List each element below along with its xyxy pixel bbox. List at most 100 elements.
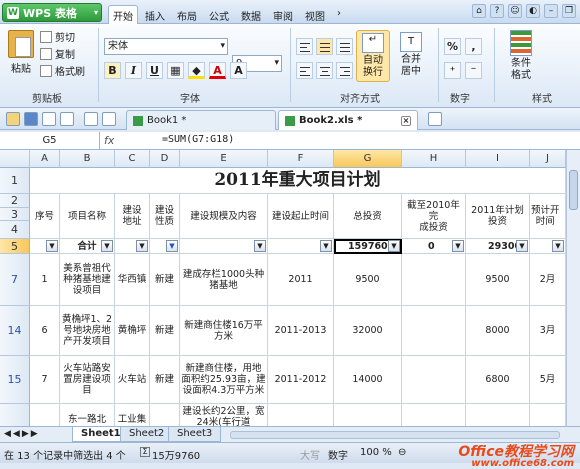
- row-header-partial[interactable]: [0, 404, 30, 426]
- table-cell[interactable]: 黄桷坪: [115, 306, 150, 356]
- print-icon[interactable]: [42, 112, 56, 126]
- scroll-thumb[interactable]: [569, 170, 578, 210]
- filter-dropdown-icon[interactable]: ▼: [388, 240, 400, 252]
- zoom-out-icon[interactable]: ⊖: [398, 447, 406, 458]
- new-tab-button[interactable]: [428, 112, 442, 126]
- col-header-J[interactable]: J: [530, 150, 566, 168]
- col-header-G[interactable]: G: [334, 150, 402, 168]
- filter-dropdown-icon[interactable]: ▼: [516, 240, 528, 252]
- table-cell[interactable]: 14000: [334, 356, 402, 404]
- row-header-5[interactable]: 5: [0, 239, 30, 254]
- fill-color-button[interactable]: ◆: [188, 62, 205, 79]
- copy-button[interactable]: 复制: [40, 45, 85, 62]
- undo-icon[interactable]: [84, 112, 98, 126]
- col-header-B[interactable]: B: [60, 150, 115, 168]
- filter-dropdown-icon[interactable]: ▼: [136, 240, 148, 252]
- underline-button[interactable]: U: [146, 62, 163, 79]
- col-header-A[interactable]: A: [30, 150, 60, 168]
- doc-tab-book1[interactable]: Book1 *: [126, 110, 276, 130]
- merge-center-button[interactable]: T 合并居中: [394, 30, 428, 80]
- row-header-2[interactable]: 2: [0, 194, 30, 208]
- filter-dropdown-icon[interactable]: ▼: [254, 240, 266, 252]
- name-box[interactable]: G5: [0, 132, 100, 150]
- format-painter-button[interactable]: 格式刷: [40, 62, 85, 79]
- close-icon[interactable]: ×: [401, 115, 411, 126]
- col-header-E[interactable]: E: [180, 150, 268, 168]
- table-cell[interactable]: 1: [30, 254, 60, 306]
- tab-insert[interactable]: 插入: [140, 5, 170, 26]
- header-cell[interactable]: 建设 性质: [150, 194, 180, 239]
- table-cell[interactable]: [150, 404, 180, 426]
- table-cell[interactable]: 9500: [466, 254, 530, 306]
- sheet-title[interactable]: 2011年重大项目计划: [30, 168, 566, 194]
- table-cell[interactable]: 8000: [466, 306, 530, 356]
- table-cell[interactable]: 新建: [150, 306, 180, 356]
- tab-home[interactable]: 开始: [108, 5, 138, 26]
- table-cell[interactable]: [530, 404, 566, 426]
- header-cell[interactable]: 2011年计划 投资: [466, 194, 530, 239]
- table-cell[interactable]: 2011-2013: [268, 306, 334, 356]
- align-right-button[interactable]: [336, 38, 353, 55]
- col-header-D[interactable]: D: [150, 150, 180, 168]
- row-header-14[interactable]: 14: [0, 306, 30, 356]
- save-icon[interactable]: [24, 112, 38, 126]
- col-header-I[interactable]: I: [466, 150, 530, 168]
- skin-icon[interactable]: ◐: [526, 4, 540, 18]
- zoom-level[interactable]: 100 %: [360, 447, 392, 458]
- sheet-nav-arrows-icon[interactable]: ◀◀▶▶: [4, 429, 40, 439]
- table-cell[interactable]: 2011-2012: [268, 356, 334, 404]
- paste-button[interactable]: 粘贴: [6, 30, 36, 76]
- row-header-4[interactable]: 4: [0, 221, 30, 239]
- table-cell[interactable]: 32000: [334, 306, 402, 356]
- wps-menu-button[interactable]: W WPS 表格 ▾: [2, 3, 102, 22]
- tab-more-icon[interactable]: ›: [332, 5, 346, 26]
- align-center-button[interactable]: [316, 38, 333, 55]
- table-cell[interactable]: 东一路北: [60, 404, 115, 426]
- filter-dropdown-icon[interactable]: ▼: [46, 240, 58, 252]
- restore-icon[interactable]: ❐: [562, 4, 576, 18]
- table-cell[interactable]: 建设长约2公里，宽24米(车行道: [180, 404, 268, 426]
- table-cell[interactable]: 建成存栏1000头种猪基地: [180, 254, 268, 306]
- table-cell[interactable]: 2011: [268, 254, 334, 306]
- tab-view[interactable]: 视图: [300, 5, 330, 26]
- table-cell[interactable]: [402, 254, 466, 306]
- filter-dropdown-icon[interactable]: ▼: [552, 240, 564, 252]
- row-header-3[interactable]: 3: [0, 208, 30, 221]
- header-cell[interactable]: 预计开 时间: [530, 194, 566, 239]
- table-cell[interactable]: [402, 404, 466, 426]
- bold-button[interactable]: B: [104, 62, 121, 79]
- table-cell[interactable]: [334, 404, 402, 426]
- filter-dropdown-icon[interactable]: ▼: [320, 240, 332, 252]
- header-cell[interactable]: 总投资: [334, 194, 402, 239]
- filter-dropdown-icon[interactable]: ▼: [452, 240, 464, 252]
- table-cell[interactable]: [402, 306, 466, 356]
- tab-formula[interactable]: 公式: [204, 5, 234, 26]
- table-cell[interactable]: 华西镇: [115, 254, 150, 306]
- table-cell[interactable]: 9500: [334, 254, 402, 306]
- vertical-scrollbar[interactable]: [566, 150, 580, 426]
- align-left-button[interactable]: [296, 38, 313, 55]
- font-name-combo[interactable]: 宋体: [104, 38, 228, 55]
- table-cell[interactable]: 黄桷坪1、2号地块房地产开发项目: [60, 306, 115, 356]
- table-cell[interactable]: 2月: [530, 254, 566, 306]
- row-header-1[interactable]: 1: [0, 168, 30, 194]
- tab-review[interactable]: 审阅: [268, 5, 298, 26]
- filter-dropdown-icon[interactable]: ▼: [101, 240, 113, 252]
- conditional-format-button[interactable]: 条件格式: [504, 30, 538, 82]
- comma-button[interactable]: ,: [465, 38, 482, 55]
- header-cell[interactable]: 项目名称: [60, 194, 115, 239]
- table-cell[interactable]: [30, 404, 60, 426]
- table-cell[interactable]: [466, 404, 530, 426]
- col-header-H[interactable]: H: [402, 150, 466, 168]
- increase-decimal-icon[interactable]: ⁺: [444, 62, 461, 79]
- table-cell[interactable]: [268, 404, 334, 426]
- open-icon[interactable]: [6, 112, 20, 126]
- select-all-corner[interactable]: [0, 150, 30, 168]
- table-cell[interactable]: [402, 356, 466, 404]
- table-cell[interactable]: 火车站: [115, 356, 150, 404]
- header-cell[interactable]: 截至2010年完 成投资: [402, 194, 466, 239]
- redo-icon[interactable]: [102, 112, 116, 126]
- row-header-7[interactable]: 7: [0, 254, 30, 306]
- table-cell[interactable]: 新建商住楼16万平方米: [180, 306, 268, 356]
- horizontal-scrollbar[interactable]: [230, 431, 560, 439]
